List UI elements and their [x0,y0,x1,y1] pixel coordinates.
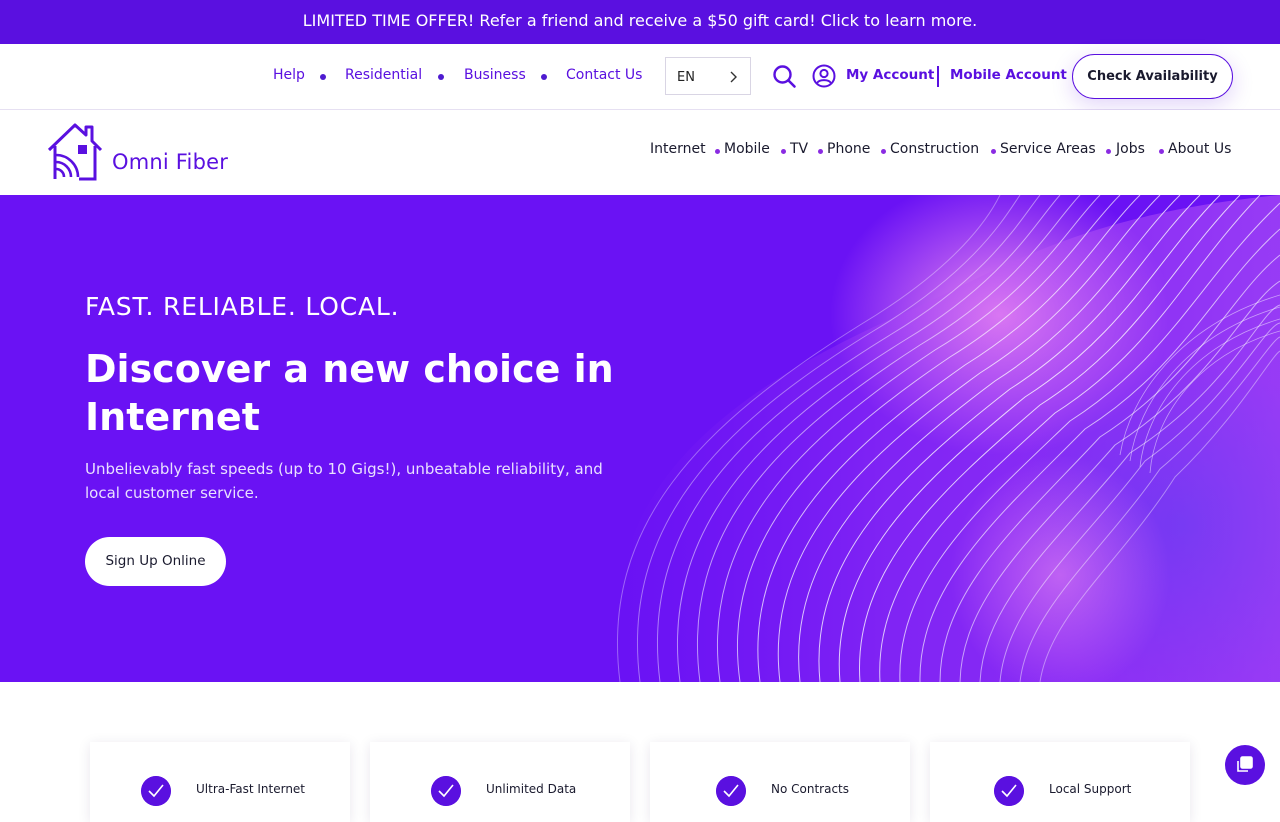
chat-button[interactable] [1225,745,1265,785]
feature-label: Unlimited Data [486,782,577,796]
nav-separator-dot [991,149,996,154]
nav-separator-dot [1106,149,1111,154]
search-icon[interactable] [772,64,797,89]
feature-card: No Contracts [650,742,910,822]
my-account-link[interactable]: My Account [846,67,934,83]
check-icon [716,776,746,806]
check-icon [141,776,171,806]
user-circle-icon[interactable] [812,64,836,88]
promo-banner[interactable]: LIMITED TIME OFFER! Refer a friend and r… [0,0,1280,44]
hero-subtext: Unbelievably fast speeds (up to 10 Gigs!… [85,460,603,502]
nav-separator-dot [715,149,720,154]
nav-separator-dot [1159,149,1164,154]
house-wifi-icon[interactable] [46,122,106,182]
utility-link-residential[interactable]: Residential [345,67,422,83]
feature-card: Local Support [930,742,1190,822]
nav-separator-dot [781,149,786,154]
feature-card: Ultra-Fast Internet [90,742,350,822]
nav-item-phone[interactable]: Phone [827,141,870,157]
feature-label: No Contracts [771,782,850,796]
utility-separator-dot [320,74,326,80]
utility-separator-dot [438,74,444,80]
nav-item-construction[interactable]: Construction [890,141,979,157]
language-value: EN [677,70,695,85]
nav-item-jobs[interactable]: Jobs [1116,141,1145,157]
nav-separator-dot [881,149,886,154]
hero-eyebrow: FAST. RELIABLE. LOCAL. [85,292,400,321]
account-divider [937,66,939,87]
utility-separator-dot [541,74,547,80]
chat-icon [1237,756,1253,772]
feature-label: Ultra-Fast Internet [196,782,306,796]
nav-item-service-areas[interactable]: Service Areas [1000,141,1096,157]
check-availability-button[interactable]: Check Availability [1072,54,1233,99]
nav-item-internet[interactable]: Internet [650,141,706,157]
language-select[interactable]: EN [665,57,751,95]
utility-link-business[interactable]: Business [464,67,526,83]
utility-link-help[interactable]: Help [273,67,305,83]
feature-card: Unlimited Data [370,742,630,822]
nav-item-tv[interactable]: TV [790,141,808,157]
sign-up-online-button[interactable]: Sign Up Online [85,537,226,586]
nav-item-about-us[interactable]: About Us [1168,141,1231,157]
utility-link-contact-us[interactable]: Contact Us [566,67,642,83]
check-icon [994,776,1024,806]
feature-label: Local Support [1049,782,1132,796]
brand-name[interactable]: Omni Fiber [112,150,228,174]
chevron-right-icon [730,71,737,83]
nav-item-mobile[interactable]: Mobile [724,141,770,157]
check-icon [431,776,461,806]
nav-separator-dot [818,149,823,154]
mobile-account-link[interactable]: Mobile Account [950,67,1067,83]
hero-headline: Discover a new choice in Internet [85,347,614,439]
promo-text: LIMITED TIME OFFER! Refer a friend and r… [302,11,978,30]
hero-section: FAST. RELIABLE. LOCAL. Discover a new ch… [0,195,1280,682]
